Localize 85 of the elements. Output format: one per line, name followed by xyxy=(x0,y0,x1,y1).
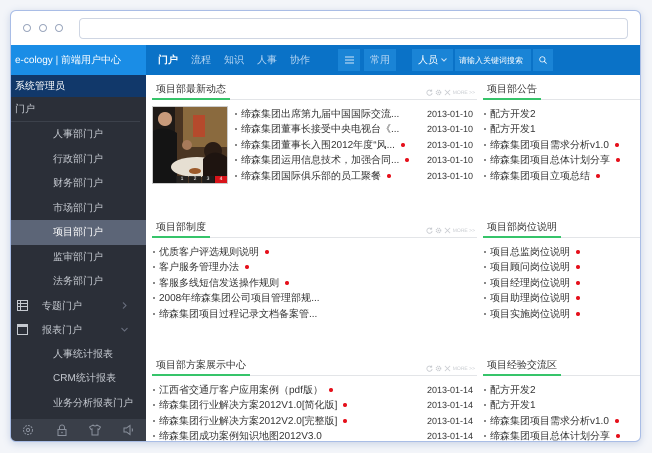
sidebar-group[interactable]: 门户 xyxy=(15,102,134,116)
news-link[interactable]: 配方开发2 xyxy=(490,106,536,121)
menu-button[interactable] xyxy=(338,49,360,71)
window-dot[interactable] xyxy=(39,24,47,32)
refresh-icon[interactable] xyxy=(426,365,433,372)
lock-icon[interactable] xyxy=(56,424,68,436)
news-link[interactable]: 缔森集团项目需求分析v1.0 xyxy=(490,414,609,428)
refresh-icon[interactable] xyxy=(426,89,433,96)
news-link[interactable]: 缔森集团项目需求分析v1.0 xyxy=(490,138,609,152)
news-date: 2013-01-10 xyxy=(426,108,474,119)
news-link[interactable]: 配方开发1 xyxy=(490,122,536,136)
news-link[interactable]: 缔森集团行业解决方案2012V1.0[简化版] xyxy=(159,398,338,412)
news-link[interactable]: 项目总监岗位说明 xyxy=(490,244,570,259)
sidebar-item[interactable]: 人事统计报表 xyxy=(11,342,146,366)
news-link[interactable]: 项目经理岗位说明 xyxy=(490,276,570,290)
refresh-icon[interactable] xyxy=(426,227,433,234)
panel-title[interactable]: 项目部最新动态 xyxy=(152,82,230,100)
shirt-icon[interactable] xyxy=(89,424,102,436)
close-icon[interactable] xyxy=(444,365,451,372)
address-bar[interactable] xyxy=(79,18,628,38)
sidebar-group[interactable]: 专题门户 xyxy=(42,298,121,312)
news-link[interactable]: 缔森集团董事长入围2012年度“风... xyxy=(241,138,395,152)
news-date: 2013-01-10 xyxy=(426,155,474,166)
caret-icon xyxy=(441,58,447,62)
news-link[interactable]: 优质客户评选规则说明 xyxy=(159,244,259,259)
news-date: 2013-01-14 xyxy=(426,384,474,395)
user-name[interactable]: 系统管理员 xyxy=(11,75,146,97)
scope-dropdown[interactable]: 人员 xyxy=(412,49,453,71)
news-link[interactable]: 项目助理岗位说明 xyxy=(490,291,570,306)
news-link[interactable]: 缔森集团出席第九届中国国际交流... xyxy=(241,106,400,121)
nav-tab[interactable]: 门户 xyxy=(158,53,178,67)
menu-icon xyxy=(344,56,354,64)
sidebar-item[interactable]: 项目部门户 xyxy=(11,220,146,244)
search-button[interactable] xyxy=(533,49,553,71)
news-link[interactable]: 缔森集团国际俱乐部的员工聚餐 xyxy=(241,168,381,183)
panel-title[interactable]: 项目部岗位说明 xyxy=(483,220,561,238)
sidebar-item[interactable]: 法务部门户 xyxy=(11,269,146,294)
news-link[interactable]: 2008年缔森集团公司项目管理部规... xyxy=(159,291,320,306)
panel-title[interactable]: 项目部制度 xyxy=(152,220,210,238)
close-icon[interactable] xyxy=(444,89,451,96)
news-date: 2013-01-14 xyxy=(426,416,474,426)
sidebar-item[interactable]: 市场部门户 xyxy=(11,196,146,220)
settings-icon[interactable] xyxy=(22,424,34,436)
news-link[interactable]: 缔森集团项目立项总结 xyxy=(490,168,590,183)
news-link[interactable]: 客服多线短信发送操作规则 xyxy=(159,276,279,290)
news-link[interactable]: 缔森集团项目过程记录文档备案管... xyxy=(159,306,318,321)
settings-icon[interactable] xyxy=(434,365,442,372)
panel-title[interactable]: 项目经验交流区 xyxy=(483,358,561,376)
news-date: 2013-01-14 xyxy=(426,400,474,410)
panel-title[interactable]: 项目部公告 xyxy=(483,82,541,100)
news-date: 2013-01-14 xyxy=(426,431,474,441)
news-link[interactable]: 缔森集团成功案例知识地图2012V3.0 xyxy=(159,429,322,441)
search-icon xyxy=(539,55,547,65)
news-link[interactable]: 客户服务管理办法 xyxy=(159,260,239,274)
app-logo: e-cology | 前端用户中心 xyxy=(11,45,146,75)
sidebar-item[interactable]: CRM统计报表 xyxy=(11,366,146,390)
sidebar-item[interactable]: 监审部门户 xyxy=(11,244,146,269)
news-link[interactable]: 缔森集团项目总体计划分享 xyxy=(490,429,610,441)
sidebar-item[interactable]: 业务分析报表门户 xyxy=(11,390,146,415)
news-link[interactable]: 项目顾问岗位说明 xyxy=(490,260,570,274)
sidebar-group[interactable]: 报表门户 xyxy=(42,322,121,336)
news-link[interactable]: 项目实施岗位说明 xyxy=(490,306,570,321)
window-dot[interactable] xyxy=(55,24,63,32)
news-link[interactable]: 缔森集团董事长接受中央电视台《... xyxy=(241,122,400,136)
news-link[interactable]: 缔森集团运用信息技术，加强合同... xyxy=(241,153,400,168)
news-date: 2013-01-10 xyxy=(426,124,474,134)
news-date: 2013-01-10 xyxy=(426,170,474,181)
window-dot[interactable] xyxy=(23,24,31,32)
news-link[interactable]: 缔森集团行业解决方案2012V2.0[完整版] xyxy=(159,414,338,428)
search-field[interactable]: 请输入关键词搜索 xyxy=(455,49,531,71)
close-icon[interactable] xyxy=(444,227,451,234)
news-link[interactable]: 缔森集团项目总体计划分享 xyxy=(490,153,610,168)
sidebar-item[interactable]: 财务部门户 xyxy=(11,171,146,196)
news-link[interactable]: 江西省交通厅客户应用案例（pdf版） xyxy=(159,382,323,397)
panel-title[interactable]: 项目部方案展示中心 xyxy=(152,358,250,376)
news-date: 2013-01-10 xyxy=(426,140,474,150)
settings-icon[interactable] xyxy=(434,89,442,96)
settings-icon[interactable] xyxy=(434,227,442,234)
news-link[interactable]: 配方开发2 xyxy=(490,382,536,397)
table-icon xyxy=(17,300,28,311)
speaker-icon[interactable] xyxy=(123,424,136,436)
news-link[interactable]: 配方开发1 xyxy=(490,398,536,412)
window-icon xyxy=(17,324,28,335)
sidebar-item[interactable]: 人事部门户 xyxy=(11,122,146,146)
sidebar-item[interactable]: 行政部门户 xyxy=(11,146,146,171)
